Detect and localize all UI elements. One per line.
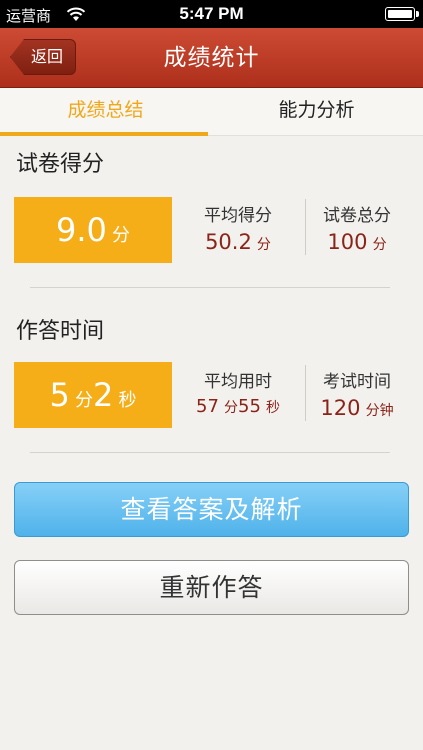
score-section-title: 试卷得分 bbox=[16, 152, 105, 177]
tab-ability-analysis[interactable]: 能力分析 bbox=[211, 88, 422, 136]
average-time-label: 平均用时 bbox=[204, 372, 272, 392]
tab-active-indicator bbox=[0, 132, 208, 136]
score-value: 9.0 bbox=[56, 211, 107, 249]
average-score-label: 平均得分 bbox=[204, 206, 272, 226]
tab-score-summary[interactable]: 成绩总结 bbox=[0, 88, 211, 136]
total-score-value: 100 分 bbox=[327, 230, 387, 254]
tab-bar: 成绩总结 能力分析 bbox=[0, 88, 423, 136]
view-answers-button[interactable]: 查看答案及解析 bbox=[14, 482, 409, 537]
time-minutes: 5 bbox=[49, 376, 70, 414]
score-unit: 分 bbox=[111, 225, 130, 246]
average-score-value: 50.2 分 bbox=[205, 230, 271, 254]
time-seconds: 2 bbox=[93, 376, 114, 414]
time-seconds-unit: 秒 bbox=[118, 390, 137, 411]
score-value-box: 9.0 分 bbox=[14, 197, 172, 263]
page-title: 成绩统计 bbox=[163, 45, 260, 71]
exam-time-value: 120 分钟 bbox=[320, 396, 394, 420]
section-divider bbox=[30, 287, 390, 288]
average-time-value: 57 分55 秒 bbox=[196, 396, 280, 417]
total-score-label: 试卷总分 bbox=[323, 206, 391, 226]
time-minutes-unit: 分 bbox=[75, 390, 93, 411]
time-value-box: 5 分2 秒 bbox=[14, 362, 172, 428]
status-bar: 运营商 5:47 PM bbox=[0, 0, 423, 28]
battery-icon bbox=[385, 7, 419, 21]
exam-time-label: 考试时间 bbox=[323, 372, 391, 392]
section-divider-bottom bbox=[30, 452, 390, 453]
time-section-title: 作答时间 bbox=[16, 319, 105, 344]
nav-bar: 返回 成绩统计 bbox=[0, 28, 423, 88]
retry-button[interactable]: 重新作答 bbox=[14, 560, 409, 615]
status-time: 5:47 PM bbox=[179, 4, 244, 23]
